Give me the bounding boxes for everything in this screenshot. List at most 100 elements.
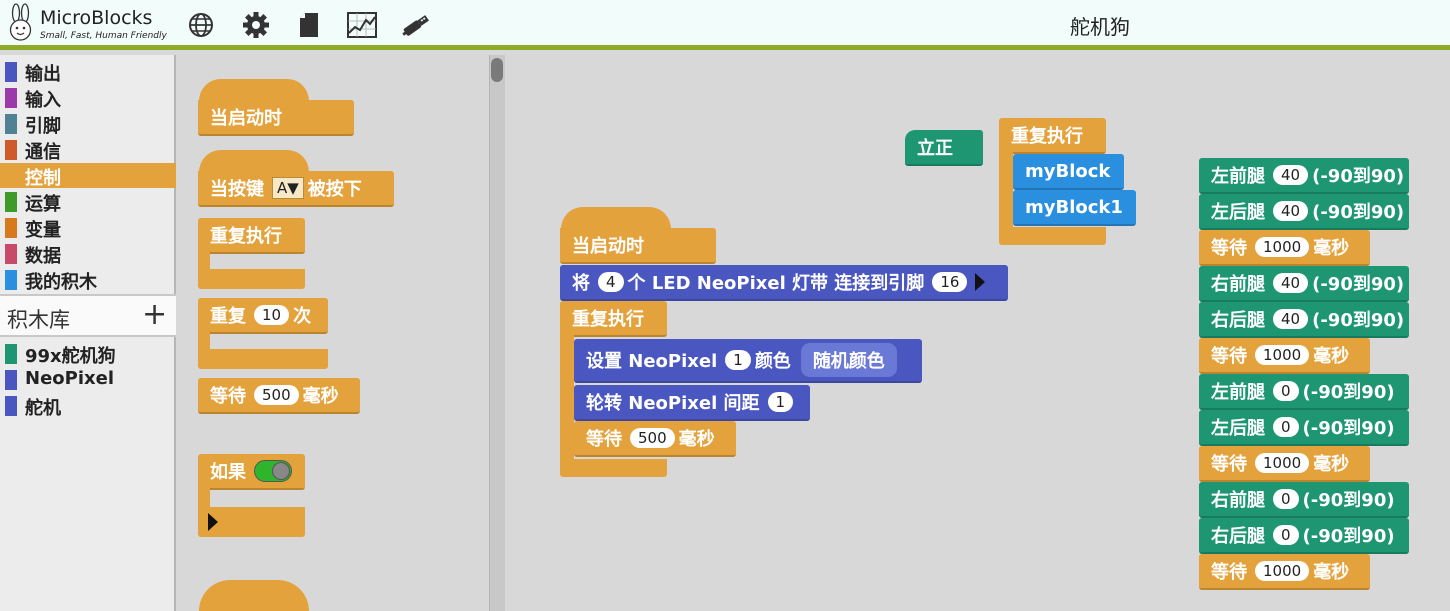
block-label: 立正 [917, 138, 953, 159]
block-label: 等待 [586, 429, 622, 450]
forever-block[interactable]: 重复执行 [999, 118, 1106, 154]
stand-block[interactable]: 立正 [905, 130, 983, 166]
wait-ms-input[interactable]: 1000 [1255, 561, 1310, 581]
angle-input[interactable]: 40 [1273, 273, 1309, 293]
attach-neopixel-block[interactable]: 将 4 个 LED NeoPixel 灯带 连接到引脚 16 [560, 265, 1008, 301]
servo-leg-block[interactable]: 右前腿 40 (-90到90) [1199, 266, 1409, 302]
library-item-neopixel[interactable]: NeoPixel [0, 367, 176, 392]
block-label: 当启动时 [210, 108, 282, 129]
block-label: 左前腿 [1211, 382, 1265, 403]
button-dropdown[interactable]: A▼ [272, 177, 304, 199]
c-block-bottom [198, 349, 328, 369]
set-neopixel-color-block[interactable]: 设置 NeoPixel 1 颜色 随机颜色 [574, 339, 922, 383]
script-area[interactable]: 立正 重复执行 myBlock myBlock1 当启动时 将 4 个 LED … [505, 55, 1450, 611]
wait-block[interactable]: 等待 1000 毫秒 [1199, 446, 1370, 482]
globe-icon[interactable] [185, 9, 217, 41]
category-data[interactable]: 数据 [0, 241, 176, 267]
wait-block[interactable]: 等待 1000 毫秒 [1199, 554, 1370, 590]
block-palette: 当启动时 当按键 A▼ 被按下 重复执行 重复 10 次 等待 500 毫秒 如… [178, 55, 504, 611]
hat-top-partial[interactable] [199, 580, 309, 611]
expand-arrow-icon[interactable] [208, 513, 218, 531]
angle-input[interactable]: 40 [1273, 201, 1309, 221]
wait-ms-input[interactable]: 1000 [1255, 345, 1310, 365]
wait-block[interactable]: 等待 500 毫秒 [198, 378, 360, 414]
pixel-index-input[interactable]: 1 [725, 350, 751, 370]
category-control[interactable]: 控制 [0, 163, 176, 189]
wait-ms-input[interactable]: 500 [254, 385, 299, 405]
category-swatch [5, 114, 17, 134]
unit-label: 毫秒 [1313, 454, 1350, 475]
wait-ms-input[interactable]: 500 [630, 428, 675, 448]
repeat-count-input[interactable]: 10 [254, 305, 290, 325]
microblocks-logo[interactable]: MicroBlocks Small, Fast, Human Friendly [4, 3, 174, 45]
block-label: 右后腿 [1211, 310, 1265, 331]
c-block-arm [198, 487, 210, 509]
unit-label: 毫秒 [1313, 346, 1350, 367]
angle-input[interactable]: 0 [1273, 489, 1299, 509]
file-icon[interactable] [293, 9, 325, 41]
hat-top [561, 207, 671, 229]
expand-arrow-icon[interactable] [975, 273, 986, 291]
range-label: (-90到90) [1302, 490, 1395, 511]
block-label: 等待 [210, 386, 246, 407]
block-label: 左前腿 [1211, 166, 1265, 187]
category-my-blocks[interactable]: 我的积木 [0, 267, 176, 293]
block-label: 右前腿 [1211, 274, 1265, 295]
wait-block[interactable]: 等待 1000 毫秒 [1199, 230, 1370, 266]
repeat-block[interactable]: 重复 10 次 [198, 298, 328, 334]
category-label: 我的积木 [25, 272, 97, 293]
category-swatch [5, 140, 17, 160]
category-output[interactable]: 输出 [0, 59, 176, 85]
rotate-amount-input[interactable]: 1 [767, 392, 794, 412]
rotate-neopixel-block[interactable]: 轮转 NeoPixel 间距 1 [574, 385, 810, 421]
block-label: 被按下 [307, 179, 362, 200]
wait-ms-input[interactable]: 1000 [1255, 237, 1310, 257]
servo-leg-block[interactable]: 左后腿 40 (-90到90) [1199, 194, 1409, 230]
library-item-servo-dog[interactable]: 99x舵机狗 [0, 341, 176, 367]
gear-icon[interactable] [240, 9, 272, 41]
angle-input[interactable]: 40 [1273, 309, 1309, 329]
boolean-toggle[interactable] [254, 460, 292, 482]
range-label: (-90到90) [1312, 166, 1405, 187]
add-library-button[interactable]: + [142, 300, 167, 330]
wait-block[interactable]: 等待 500 毫秒 [574, 421, 736, 457]
my-block[interactable]: myBlock [1013, 154, 1124, 190]
angle-input[interactable]: 0 [1273, 381, 1299, 401]
wait-ms-input[interactable]: 1000 [1255, 453, 1310, 473]
angle-input[interactable]: 0 [1273, 417, 1299, 437]
library-item-servo[interactable]: 舵机 [0, 393, 176, 419]
servo-leg-block[interactable]: 右后腿 40 (-90到90) [1199, 302, 1409, 338]
category-operators[interactable]: 运算 [0, 189, 176, 215]
random-color-reporter[interactable]: 随机颜色 [800, 343, 897, 377]
usb-icon[interactable] [400, 9, 432, 41]
wait-block[interactable]: 等待 1000 毫秒 [1199, 338, 1370, 374]
servo-leg-block[interactable]: 左后腿 0 (-90到90) [1199, 410, 1409, 446]
block-label: 轮转 NeoPixel 间距 [586, 393, 760, 414]
angle-input[interactable]: 0 [1273, 525, 1299, 545]
forever-block[interactable]: 重复执行 [198, 218, 305, 254]
palette-scrollbar[interactable] [489, 55, 505, 611]
category-comm[interactable]: 通信 [0, 137, 176, 163]
if-block[interactable]: 如果 [198, 454, 305, 490]
palette-scrollbar-thumb[interactable] [491, 58, 503, 82]
pin-input[interactable]: 16 [932, 272, 968, 292]
servo-leg-block[interactable]: 右后腿 0 (-90到90) [1199, 518, 1409, 554]
project-title[interactable]: 舵机狗 [1070, 11, 1130, 40]
servo-leg-block[interactable]: 右前腿 0 (-90到90) [1199, 482, 1409, 518]
category-pins[interactable]: 引脚 [0, 111, 176, 137]
block-label: myBlock1 [1025, 196, 1123, 218]
when-started-block[interactable]: 当启动时 [198, 100, 354, 136]
graph-icon[interactable] [346, 9, 378, 41]
category-input[interactable]: 输入 [0, 85, 176, 111]
forever-block[interactable]: 重复执行 [560, 301, 667, 337]
led-count-input[interactable]: 4 [598, 272, 624, 292]
block-label: 颜色 [754, 351, 791, 372]
when-button-pressed-block[interactable]: 当按键 A▼ 被按下 [198, 171, 394, 207]
angle-input[interactable]: 40 [1273, 165, 1309, 185]
my-block1[interactable]: myBlock1 [1013, 190, 1136, 226]
category-variables[interactable]: 变量 [0, 215, 176, 241]
servo-leg-block[interactable]: 左前腿 40 (-90到90) [1199, 158, 1409, 194]
category-swatch [5, 244, 17, 264]
when-started-block[interactable]: 当启动时 [560, 228, 716, 264]
servo-leg-block[interactable]: 左前腿 0 (-90到90) [1199, 374, 1409, 410]
